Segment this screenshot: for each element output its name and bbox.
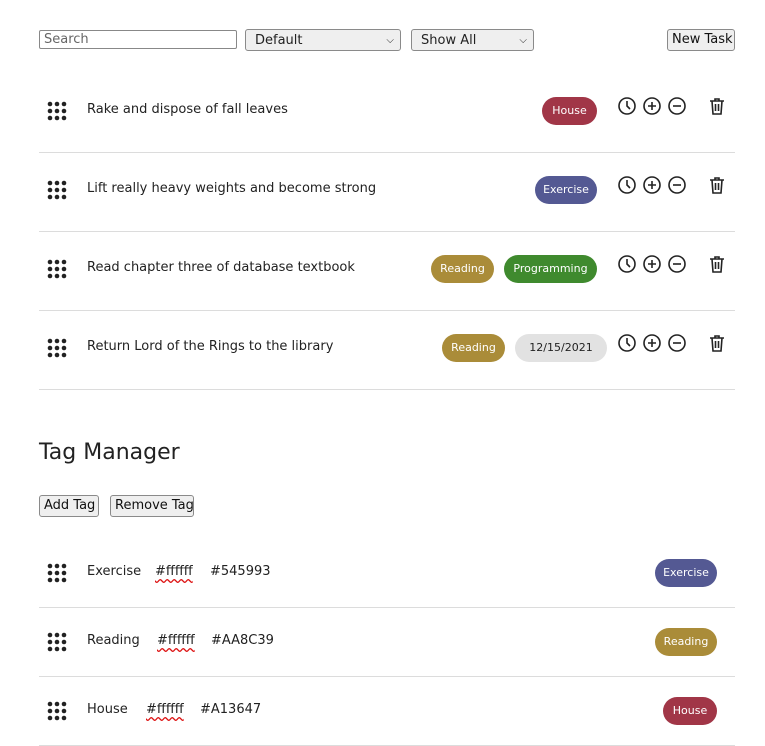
- tag-text-color[interactable]: #ffffff: [155, 564, 193, 579]
- chevron-down-icon: ⌵: [386, 35, 394, 46]
- new-task-button[interactable]: New Task: [667, 29, 735, 51]
- trash-icon[interactable]: [707, 333, 727, 353]
- remove-tag-button[interactable]: Remove Tag: [110, 495, 194, 517]
- task-text: Rake and dispose of fall leaves: [87, 102, 288, 117]
- minus-circle-icon[interactable]: [667, 254, 687, 274]
- clock-icon[interactable]: [617, 96, 637, 116]
- clock-icon[interactable]: [617, 175, 637, 195]
- task-text: Lift really heavy weights and become str…: [87, 181, 377, 196]
- trash-icon[interactable]: [707, 96, 727, 116]
- tag-manager-title: Tag Manager: [39, 440, 180, 465]
- task-text: Return Lord of the Rings to the library: [87, 339, 334, 354]
- tag-preview-badge: House: [663, 697, 717, 725]
- drag-grip-icon[interactable]: [47, 632, 67, 652]
- plus-circle-icon[interactable]: [642, 254, 662, 274]
- minus-circle-icon[interactable]: [667, 333, 687, 353]
- task-row: Rake and dispose of fall leaves House: [39, 74, 735, 153]
- tag-badge-programming: Programming: [504, 255, 597, 283]
- tag-row: Exercise #ffffff #545993 Exercise: [39, 539, 735, 608]
- tag-preview-badge: Reading: [655, 628, 717, 656]
- drag-grip-icon[interactable]: [47, 259, 67, 279]
- tag-badge-house: House: [542, 97, 597, 125]
- tag-name[interactable]: Exercise: [87, 564, 141, 579]
- tag-badge-reading: Reading: [431, 255, 494, 283]
- task-text: Read chapter three of database textbook: [87, 260, 355, 275]
- tag-bg-color[interactable]: #AA8C39: [211, 633, 274, 648]
- sort-select-value: Default: [255, 33, 303, 48]
- drag-grip-icon[interactable]: [47, 701, 67, 721]
- trash-icon[interactable]: [707, 175, 727, 195]
- task-row: Lift really heavy weights and become str…: [39, 153, 735, 232]
- drag-grip-icon[interactable]: [47, 101, 67, 121]
- tag-badge-reading: Reading: [442, 334, 505, 362]
- tag-bg-color[interactable]: #545993: [210, 564, 271, 579]
- filter-select[interactable]: Show All ⌵: [411, 29, 534, 51]
- add-tag-button[interactable]: Add Tag: [39, 495, 99, 517]
- sort-select[interactable]: Default ⌵: [245, 29, 401, 51]
- filter-select-value: Show All: [421, 33, 477, 48]
- tag-text-color[interactable]: #ffffff: [146, 702, 184, 717]
- toolbar: Default ⌵ Show All ⌵ New Task: [39, 28, 735, 54]
- minus-circle-icon[interactable]: [667, 96, 687, 116]
- search-input[interactable]: [39, 30, 237, 49]
- plus-circle-icon[interactable]: [642, 96, 662, 116]
- tag-badge-exercise: Exercise: [535, 176, 597, 204]
- tag-row: House #ffffff #A13647 House: [39, 677, 735, 746]
- tag-name[interactable]: House: [87, 702, 128, 717]
- clock-icon[interactable]: [617, 333, 637, 353]
- tag-bg-color[interactable]: #A13647: [200, 702, 261, 717]
- due-date-badge[interactable]: 12/15/2021: [515, 334, 607, 362]
- drag-grip-icon[interactable]: [47, 563, 67, 583]
- tag-text-color[interactable]: #ffffff: [157, 633, 195, 648]
- minus-circle-icon[interactable]: [667, 175, 687, 195]
- drag-grip-icon[interactable]: [47, 338, 67, 358]
- chevron-down-icon: ⌵: [519, 35, 527, 46]
- clock-icon[interactable]: [617, 254, 637, 274]
- plus-circle-icon[interactable]: [642, 175, 662, 195]
- task-row: Return Lord of the Rings to the library …: [39, 311, 735, 390]
- plus-circle-icon[interactable]: [642, 333, 662, 353]
- task-row: Read chapter three of database textbook …: [39, 232, 735, 311]
- tag-row: Reading #ffffff #AA8C39 Reading: [39, 608, 735, 677]
- tag-name[interactable]: Reading: [87, 633, 140, 648]
- tag-preview-badge: Exercise: [655, 559, 717, 587]
- drag-grip-icon[interactable]: [47, 180, 67, 200]
- trash-icon[interactable]: [707, 254, 727, 274]
